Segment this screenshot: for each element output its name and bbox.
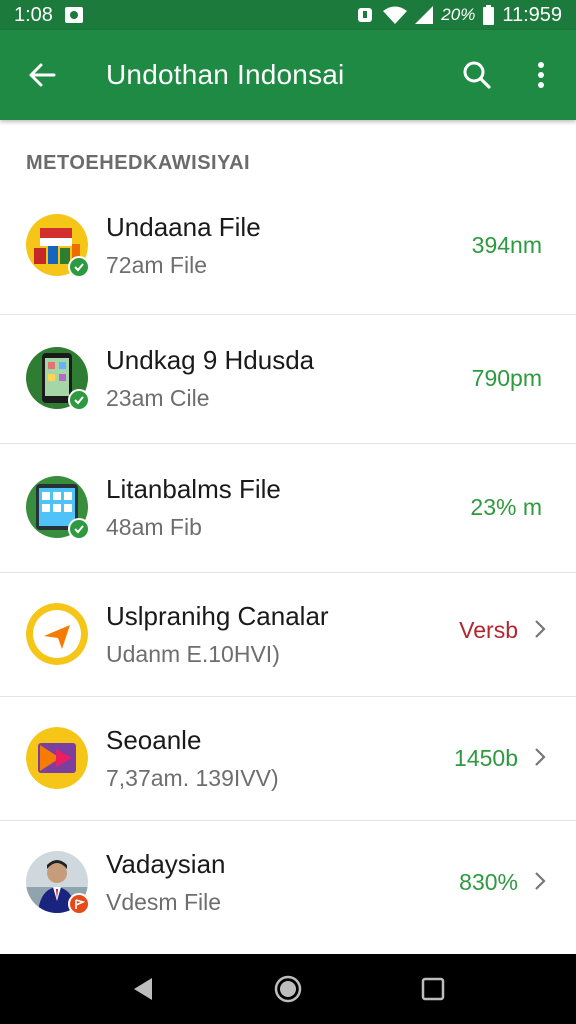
list-item[interactable]: Vadaysian Vdesm File 830%	[0, 821, 576, 953]
list-item[interactable]: Undkag 9 Hdusda 23am Cile 790pm	[0, 315, 576, 444]
item-title: Vadaysian	[106, 849, 226, 879]
chevron-right-icon[interactable]	[530, 745, 550, 769]
list-item[interactable]: Seoanle 7,37am. 139IVV) 1450b	[0, 697, 576, 821]
alarm-icon	[355, 5, 375, 25]
item-title: Undkag 9 Hdusda	[106, 345, 315, 375]
item-subtitle: Vdesm File	[106, 889, 222, 915]
person-photo-icon	[26, 851, 90, 915]
item-meta: 23% m	[470, 494, 542, 520]
battery-icon	[483, 5, 495, 25]
media-play-icon	[26, 727, 88, 789]
item-title: Uslpranihg Canalar	[106, 601, 329, 631]
flag-badge-icon	[68, 893, 90, 915]
item-subtitle: 72am File	[106, 252, 207, 278]
compass-arrow-icon	[26, 603, 88, 665]
item-meta: 394nm	[471, 232, 542, 258]
phone-app-icon	[26, 347, 90, 411]
item-subtitle: 48am Fib	[106, 514, 202, 540]
flag-shop-icon	[26, 214, 90, 278]
list-item[interactable]: Undaana File 72am File 394nm	[0, 186, 576, 315]
check-badge-icon	[68, 518, 90, 540]
wifi-icon	[383, 6, 408, 24]
nav-back-button[interactable]	[113, 959, 173, 1019]
more-options-button[interactable]	[516, 50, 566, 100]
app-bar: Undothan Indonsai	[0, 30, 576, 120]
section-header: METOEHEDKAWISIYAI	[26, 152, 251, 174]
battery-percent: 20%	[441, 5, 476, 24]
item-meta: 1450b	[454, 745, 518, 771]
system-nav-bar	[0, 954, 576, 1024]
check-badge-icon	[68, 389, 90, 411]
nav-home-button[interactable]	[258, 959, 318, 1019]
back-button[interactable]	[0, 30, 84, 120]
item-subtitle: Udanm E.10HVI)	[106, 641, 280, 667]
search-button[interactable]	[452, 50, 502, 100]
item-meta: 790pm	[471, 365, 542, 391]
chevron-right-icon[interactable]	[530, 617, 550, 641]
tablet-app-icon	[26, 476, 90, 540]
square-recents-icon	[422, 977, 445, 1001]
status-time-right: 11:959	[502, 3, 562, 26]
more-vert-icon	[538, 62, 544, 88]
item-title: Seoanle	[106, 725, 202, 755]
signal-icon	[415, 6, 434, 24]
item-meta: 830%	[459, 869, 518, 895]
item-subtitle: 7,37am. 139IVV)	[106, 765, 279, 791]
arrow-back-icon	[29, 63, 56, 87]
list-item[interactable]: Litanbalms File 48am Fib 23% m	[0, 444, 576, 573]
chevron-right-icon[interactable]	[530, 869, 550, 893]
nav-recents-button[interactable]	[403, 959, 463, 1019]
item-title: Undaana File	[106, 212, 261, 242]
notification-icon	[64, 7, 83, 23]
item-subtitle: 23am Cile	[106, 385, 210, 411]
status-bar: 1:08 20% 11:959	[0, 0, 576, 30]
list-item[interactable]: Uslpranihg Canalar Udanm E.10HVI) Versb	[0, 573, 576, 697]
search-icon	[463, 61, 491, 89]
status-time-left: 1:08	[14, 3, 53, 26]
triangle-back-icon	[133, 978, 152, 1000]
file-list: Undaana File 72am File 394nm Undkag 9 Hd…	[0, 186, 576, 953]
check-badge-icon	[68, 256, 90, 278]
item-meta: Versb	[459, 617, 518, 643]
item-title: Litanbalms File	[106, 474, 281, 504]
page-title: Undothan Indonsai	[106, 59, 345, 90]
circle-home-icon	[274, 975, 302, 1003]
